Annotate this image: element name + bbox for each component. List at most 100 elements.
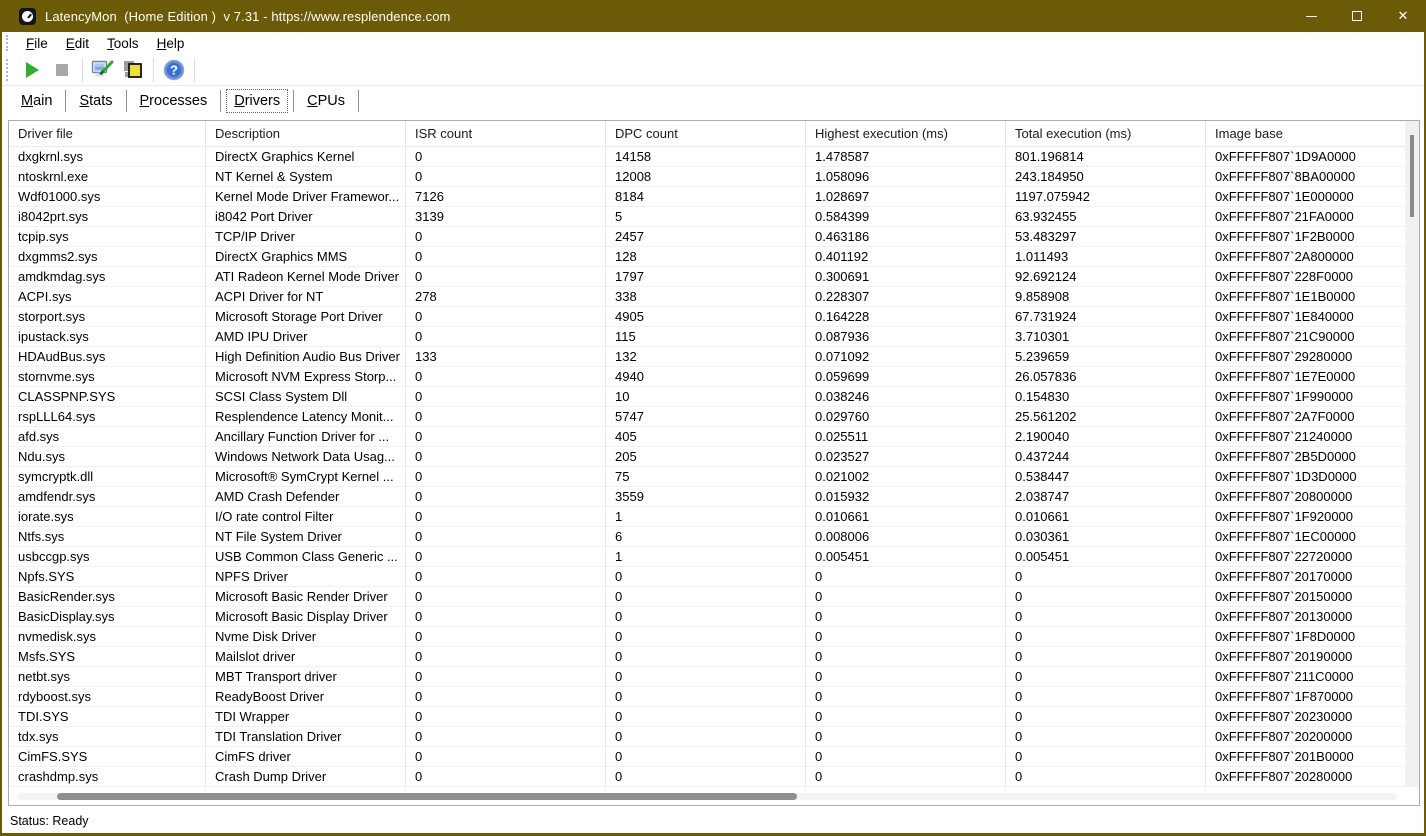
- table-cell-dpc-count: 0: [606, 627, 806, 646]
- table-cell-isr-count: 0: [406, 587, 606, 606]
- table-row[interactable]: CLASSPNP.SYSSCSI Class System Dll0100.03…: [9, 387, 1405, 407]
- table-cell-dpc-count: 3559: [606, 487, 806, 506]
- column-header-dpc-count[interactable]: DPC count: [606, 121, 806, 146]
- horizontal-scrollbar-track[interactable]: [17, 793, 1397, 800]
- table-row[interactable]: amdfendr.sysAMD Crash Defender035590.015…: [9, 487, 1405, 507]
- table-row[interactable]: netbt.sysMBT Transport driver00000xFFFFF…: [9, 667, 1405, 687]
- tab-processes[interactable]: Processes: [133, 90, 215, 112]
- table-row[interactable]: rdyboost.sysReadyBoost Driver00000xFFFFF…: [9, 687, 1405, 707]
- table-cell-driver-file: Npfs.SYS: [9, 567, 206, 586]
- table-cell-isr-count: 0: [406, 367, 606, 386]
- options-button[interactable]: [88, 57, 118, 83]
- table-cell-description: Microsoft NVM Express Storp...: [206, 367, 406, 386]
- table-row[interactable]: tcpip.sysTCP/IP Driver024570.46318653.48…: [9, 227, 1405, 247]
- table-row[interactable]: BasicDisplay.sysMicrosoft Basic Display …: [9, 607, 1405, 627]
- table-row[interactable]: ipustack.sysAMD IPU Driver01150.0879363.…: [9, 327, 1405, 347]
- stop-monitor-button[interactable]: [47, 57, 77, 83]
- vertical-scrollbar-thumb[interactable]: [1410, 135, 1414, 217]
- table-row[interactable]: BasicRender.sysMicrosoft Basic Render Dr…: [9, 587, 1405, 607]
- table-row[interactable]: dxgkrnl.sysDirectX Graphics Kernel014158…: [9, 147, 1405, 167]
- table-cell-highest-execution-ms: 0.021002: [806, 467, 1006, 486]
- table-cell-description: USB Common Class Generic ...: [206, 547, 406, 566]
- table-cell-driver-file: iorate.sys: [9, 507, 206, 526]
- start-monitor-button[interactable]: [17, 57, 47, 83]
- table-cell-dpc-count: 5: [606, 207, 806, 226]
- close-button[interactable]: ✕: [1380, 0, 1426, 32]
- table-row[interactable]: symcryptk.dllMicrosoft® SymCrypt Kernel …: [9, 467, 1405, 487]
- tab-cpus[interactable]: CPUs: [300, 90, 352, 112]
- table-cell-total-execution-ms: 0.030361: [1006, 527, 1206, 546]
- table-row[interactable]: HDAudBus.sysHigh Definition Audio Bus Dr…: [9, 347, 1405, 367]
- table-cell-driver-file: tcpip.sys: [9, 227, 206, 246]
- column-header-description[interactable]: Description: [206, 121, 406, 146]
- table-row[interactable]: TDI.SYSTDI Wrapper00000xFFFFF807`2023000…: [9, 707, 1405, 727]
- table-cell-image-base: 0xFFFFF807`20280000: [1206, 767, 1405, 786]
- table-row[interactable]: Wdf01000.sysKernel Mode Driver Framewor.…: [9, 187, 1405, 207]
- column-header-isr-count[interactable]: ISR count: [406, 121, 606, 146]
- table-row[interactable]: CimFS.SYSCimFS driver00000xFFFFF807`201B…: [9, 747, 1405, 767]
- table-row[interactable]: usbccgp.sysUSB Common Class Generic ...0…: [9, 547, 1405, 567]
- help-button[interactable]: ?: [159, 57, 189, 83]
- menu-tools[interactable]: Tools: [98, 35, 148, 52]
- horizontal-scrollbar[interactable]: [9, 787, 1405, 805]
- table-row[interactable]: afd.sysAncillary Function Driver for ...…: [9, 427, 1405, 447]
- table-row[interactable]: tdx.sysTDI Translation Driver00000xFFFFF…: [9, 727, 1405, 747]
- table-cell-description: High Definition Audio Bus Driver: [206, 347, 406, 366]
- table-cell-total-execution-ms: 0: [1006, 727, 1206, 746]
- horizontal-scrollbar-thumb[interactable]: [57, 793, 797, 800]
- column-header-highest-execution[interactable]: Highest execution (ms): [806, 121, 1006, 146]
- table-row[interactable]: rspLLL64.sysResplendence Latency Monit..…: [9, 407, 1405, 427]
- menu-edit[interactable]: Edit: [57, 35, 98, 52]
- table-cell-image-base: 0xFFFFF807`20230000: [1206, 707, 1405, 726]
- table-row[interactable]: Ndu.sysWindows Network Data Usag...02050…: [9, 447, 1405, 467]
- table-cell-dpc-count: 338: [606, 287, 806, 306]
- table-row[interactable]: storport.sysMicrosoft Storage Port Drive…: [9, 307, 1405, 327]
- table-row[interactable]: Msfs.SYSMailslot driver00000xFFFFF807`20…: [9, 647, 1405, 667]
- table-row[interactable]: stornvme.sysMicrosoft NVM Express Storp.…: [9, 367, 1405, 387]
- table-cell-highest-execution-ms: 0: [806, 567, 1006, 586]
- column-header-total-execution[interactable]: Total execution (ms): [1006, 121, 1206, 146]
- column-header-image-base[interactable]: Image base: [1206, 121, 1405, 146]
- minimize-button[interactable]: [1288, 0, 1334, 32]
- menu-help[interactable]: Help: [148, 35, 194, 52]
- table-row[interactable]: iorate.sysI/O rate control Filter010.010…: [9, 507, 1405, 527]
- table-row[interactable]: i8042prt.sysi8042 Port Driver313950.5843…: [9, 207, 1405, 227]
- tab-stats[interactable]: Stats: [72, 90, 119, 112]
- table-row[interactable]: ntoskrnl.exeNT Kernel & System0120081.05…: [9, 167, 1405, 187]
- table-cell-description: NT File System Driver: [206, 527, 406, 546]
- table-cell-dpc-count: 0: [606, 727, 806, 746]
- maximize-button[interactable]: [1334, 0, 1380, 32]
- menu-file[interactable]: File: [17, 35, 57, 52]
- table-row[interactable]: amdkmdag.sysATI Radeon Kernel Mode Drive…: [9, 267, 1405, 287]
- tab-main[interactable]: Main: [14, 90, 59, 112]
- table-row[interactable]: nvmedisk.sysNvme Disk Driver00000xFFFFF8…: [9, 627, 1405, 647]
- table-row[interactable]: crashdmp.sysCrash Dump Driver00000xFFFFF…: [9, 767, 1405, 787]
- table-cell-total-execution-ms: 0: [1006, 667, 1206, 686]
- table-cell-highest-execution-ms: 0: [806, 707, 1006, 726]
- vertical-scrollbar[interactable]: [1405, 121, 1419, 787]
- table-cell-highest-execution-ms: 0.584399: [806, 207, 1006, 226]
- toolbar-gripper[interactable]: [6, 59, 9, 81]
- toolbar: ?: [2, 54, 1424, 86]
- report-windows-button[interactable]: [118, 57, 148, 83]
- table-row[interactable]: dxgmms2.sysDirectX Graphics MMS01280.401…: [9, 247, 1405, 267]
- table-row[interactable]: ACPI.sysACPI Driver for NT2783380.228307…: [9, 287, 1405, 307]
- table-cell-driver-file: nvmedisk.sys: [9, 627, 206, 646]
- svg-text:?: ?: [170, 62, 178, 77]
- table-cell-dpc-count: 0: [606, 607, 806, 626]
- column-header-driver-file[interactable]: Driver file: [9, 121, 206, 146]
- titlebar: LatencyMon (Home Edition ) v 7.31 - http…: [0, 0, 1426, 32]
- table-cell-description: Windows Network Data Usag...: [206, 447, 406, 466]
- table-cell-total-execution-ms: 0.005451: [1006, 547, 1206, 566]
- statusbar: Status: Ready: [2, 808, 1424, 833]
- table-cell-image-base: 0xFFFFF807`1F8D0000: [1206, 627, 1405, 646]
- tab-separator: [293, 90, 294, 112]
- table-cell-image-base: 0xFFFFF807`1E840000: [1206, 307, 1405, 326]
- tab-drivers[interactable]: Drivers: [227, 90, 287, 112]
- table-row[interactable]: Ntfs.sysNT File System Driver060.0080060…: [9, 527, 1405, 547]
- table-cell-highest-execution-ms: 0: [806, 767, 1006, 786]
- table-cell-highest-execution-ms: 0.008006: [806, 527, 1006, 546]
- table-cell-image-base: 0xFFFFF807`22720000: [1206, 547, 1405, 566]
- table-row[interactable]: Npfs.SYSNPFS Driver00000xFFFFF807`201700…: [9, 567, 1405, 587]
- menubar-gripper[interactable]: [6, 35, 9, 51]
